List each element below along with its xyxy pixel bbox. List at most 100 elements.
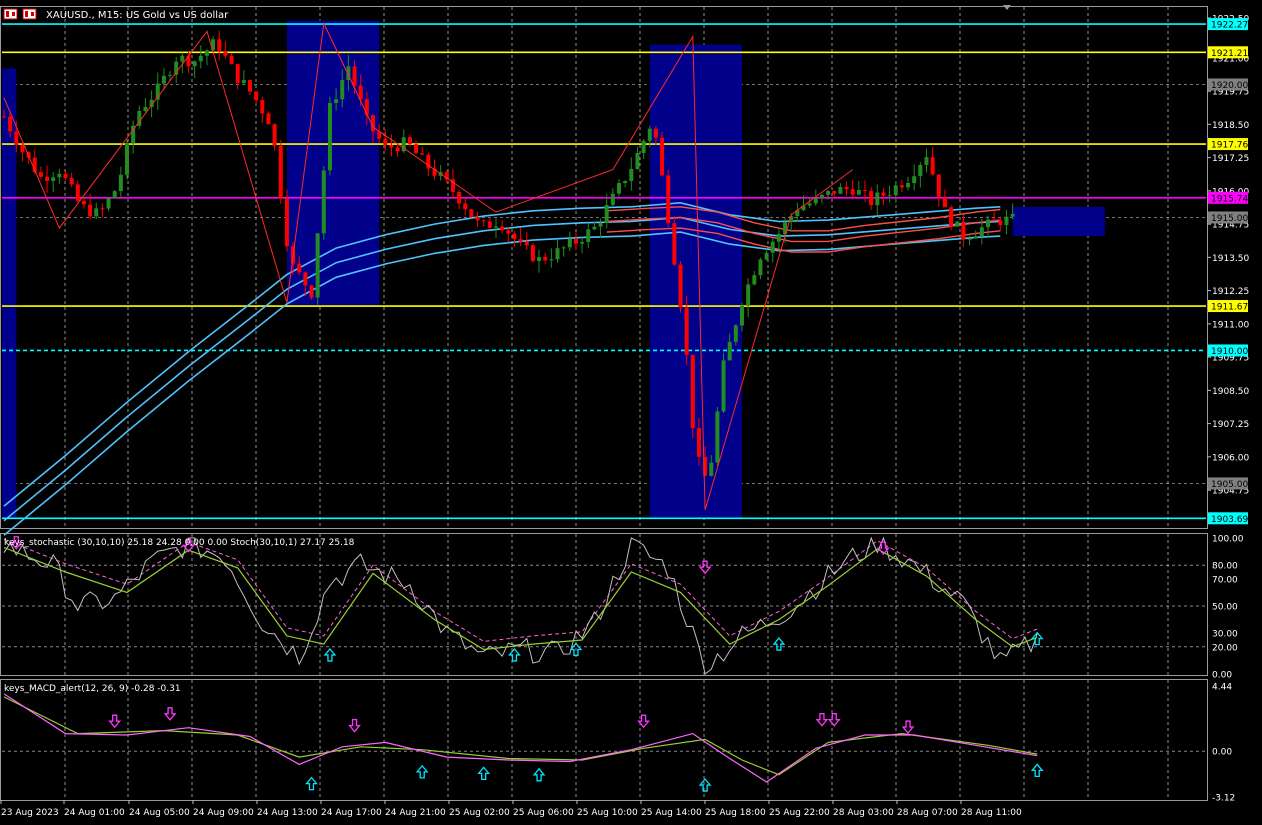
candle-body — [106, 198, 111, 209]
candle-body — [204, 50, 209, 56]
candle-body — [623, 180, 628, 184]
supply-demand-zone — [649, 44, 742, 519]
candle-body — [961, 221, 966, 240]
candle-body — [266, 113, 271, 125]
stoch-tick-label: 50.00 — [1212, 603, 1238, 613]
candle-body — [967, 238, 972, 240]
candle-body — [112, 191, 117, 199]
candle-body — [303, 272, 308, 286]
candle-body — [161, 75, 166, 84]
level-price-tag-text: 1910.00 — [1211, 347, 1248, 357]
price-tick-label: 1918.50 — [1212, 121, 1249, 131]
candle-body — [838, 186, 843, 194]
candle-body — [924, 157, 929, 165]
candle-body — [629, 168, 634, 181]
chart-background — [0, 0, 1262, 821]
candle-body — [284, 198, 289, 247]
trading-chart-window[interactable]: 1922.501921.001919.751918.501917.251916.… — [0, 0, 1262, 821]
candle-body — [94, 208, 99, 217]
candle-body — [850, 189, 855, 195]
candle-body — [81, 200, 86, 205]
candle-body — [118, 174, 123, 192]
candle-body — [635, 152, 640, 169]
candle-body — [63, 173, 68, 178]
candle-body — [229, 55, 234, 65]
time-tick-label: 28 Aug 03:00 — [833, 808, 894, 818]
candle-body — [856, 189, 861, 195]
candle-body — [752, 275, 757, 285]
candle-body — [721, 360, 726, 412]
candle-body — [770, 241, 775, 253]
time-tick-label: 24 Aug 21:00 — [385, 808, 446, 818]
candle-body — [241, 80, 246, 83]
candle-body — [309, 285, 314, 298]
candle-body — [334, 99, 339, 104]
stoch-tick-label: 80.00 — [1212, 562, 1238, 572]
candle-body — [992, 219, 997, 221]
candle-body — [567, 238, 572, 248]
candle-body — [813, 197, 818, 204]
candle-body — [727, 341, 732, 361]
candle-body — [500, 226, 505, 231]
macd-title: keys_MACD_alert(12, 26, 9) -0.28 -0.31 — [4, 684, 181, 694]
candle-body — [696, 428, 701, 457]
candle-body — [8, 116, 13, 132]
window-title: XAUUSD., M15: US Gold vs US dollar — [46, 10, 229, 21]
level-price-tag-text: 1911.67 — [1211, 303, 1248, 313]
candle-body — [690, 354, 695, 429]
time-tick-label: 24 Aug 17:00 — [321, 808, 382, 818]
candle-body — [481, 220, 486, 222]
candle-body — [986, 219, 990, 228]
candle-body — [143, 106, 148, 111]
level-price-tag-text: 1917.76 — [1211, 141, 1248, 151]
candle-body — [518, 239, 523, 242]
candle-body — [573, 238, 578, 244]
candle-body — [254, 91, 259, 101]
price-tick-label: 1906.00 — [1212, 453, 1249, 463]
candle-body — [100, 208, 105, 210]
candle-body — [715, 411, 720, 463]
candle-body — [168, 74, 173, 76]
chart-canvas[interactable]: 1922.501921.001919.751918.501917.251916.… — [0, 0, 1262, 821]
candle-body — [543, 257, 548, 261]
candle-body — [248, 80, 252, 92]
candle-body — [598, 222, 603, 227]
time-tick-label: 25 Aug 14:00 — [641, 808, 702, 818]
price-tick-label: 1917.25 — [1212, 154, 1249, 164]
candle-body — [512, 233, 517, 240]
candle-body — [740, 305, 744, 326]
candle-body — [57, 173, 62, 178]
price-tick-label: 1913.50 — [1212, 254, 1249, 264]
level-price-tag-text: 1920.00 — [1211, 81, 1248, 91]
candle-body — [949, 207, 954, 227]
candle-body — [912, 176, 917, 184]
candle-body — [672, 223, 677, 265]
candle-body — [506, 230, 511, 234]
stoch-tick-label: 100.00 — [1212, 535, 1244, 545]
candle-body — [684, 307, 689, 355]
candle-body — [776, 233, 781, 242]
candle-body — [653, 128, 658, 138]
candle-body — [875, 192, 880, 206]
candle-body — [660, 137, 665, 176]
candle-body — [998, 220, 1003, 226]
candle-body — [586, 229, 591, 242]
candle-body — [844, 186, 849, 190]
candle-body — [278, 145, 283, 199]
time-tick-label: 25 Aug 22:00 — [769, 808, 830, 818]
candle-body — [832, 190, 837, 194]
macd-tick-label: -3.12 — [1212, 794, 1235, 804]
candle-body — [494, 226, 498, 228]
candle-body — [604, 204, 609, 223]
candle-body — [942, 197, 947, 208]
time-tick-label: 25 Aug 06:00 — [513, 808, 574, 818]
candle-body — [327, 103, 332, 171]
candle-body — [955, 221, 960, 227]
stoch-tick-label: 70.00 — [1212, 575, 1238, 585]
time-tick-label: 28 Aug 07:00 — [897, 808, 958, 818]
candle-body — [678, 264, 683, 308]
candle-body — [389, 144, 394, 148]
candle-body — [88, 204, 93, 217]
supply-demand-zone — [1012, 206, 1105, 237]
candle-body — [14, 131, 19, 146]
